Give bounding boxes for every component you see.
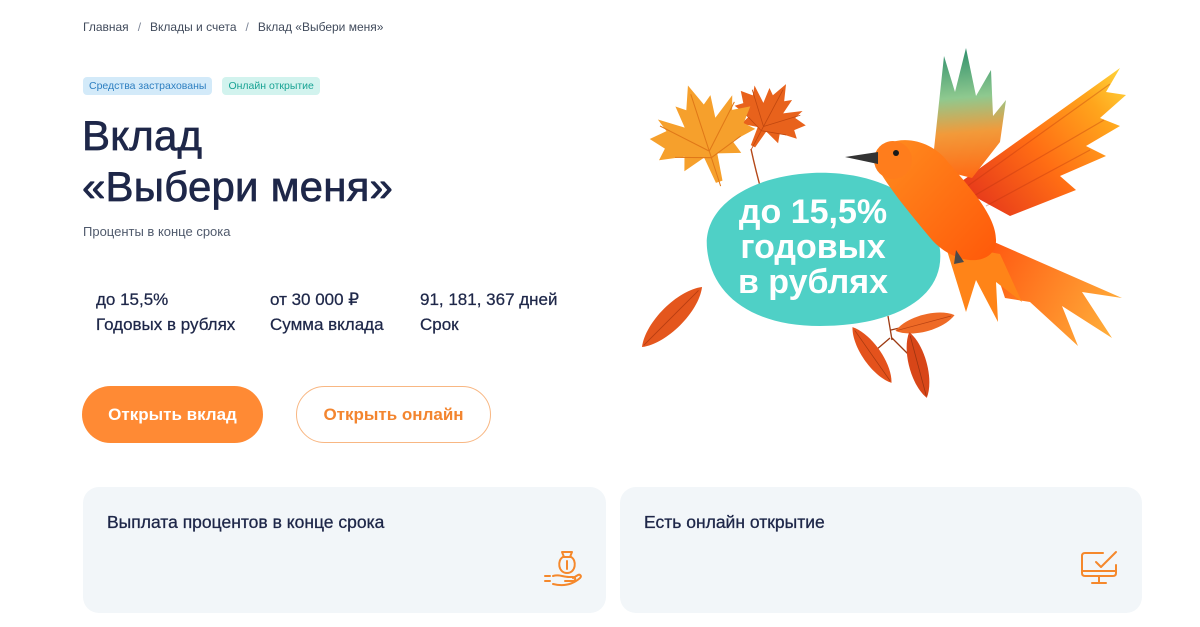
- bird-beak: [845, 152, 878, 164]
- stat-amount: от 30 000 ₽ Сумма вклада: [270, 287, 384, 337]
- bird-eye: [893, 150, 899, 156]
- stat-rate: до 15,5% Годовых в рублях: [96, 287, 236, 337]
- page-title-line-1: Вклад: [82, 112, 203, 160]
- page-subtitle: Проценты в конце срока: [83, 224, 231, 239]
- promo-bubble-line-2: годовых: [740, 228, 885, 266]
- bird-tail: [985, 238, 1122, 346]
- stat-term: 91, 181, 367 дней Срок: [420, 287, 558, 337]
- feature-card-online-opening: Есть онлайн открытие: [620, 487, 1142, 613]
- stat-rate-label: Годовых в рублях: [96, 315, 236, 334]
- open-online-button[interactable]: Открыть онлайн: [296, 386, 491, 443]
- autumn-leaf-cluster-1: [893, 306, 957, 340]
- promo-bubble-line-3: в рублях: [738, 263, 888, 301]
- badges: Средства застрахованы Онлайн открытие: [83, 77, 320, 95]
- bird-head: [874, 141, 912, 179]
- badge-insured: Средства застрахованы: [83, 77, 213, 95]
- feature-card-title: Есть онлайн открытие: [644, 512, 825, 532]
- stat-amount-label: Сумма вклада: [270, 315, 384, 334]
- promo-bubble-line-1: до 15,5%: [739, 193, 887, 231]
- stat-amount-value: от 30 000 ₽: [270, 290, 360, 309]
- feature-card-title: Выплата процентов в конце срока: [107, 512, 385, 532]
- stat-term-value: 91, 181, 367 дней: [420, 290, 558, 309]
- hero-illustration: до 15,5% годовых в рублях: [633, 48, 1126, 400]
- breadcrumb-link-deposits[interactable]: Вклады и счета: [150, 19, 237, 35]
- autumn-leaf-left: [633, 278, 711, 356]
- page-title-line-2: «Выбери меня»: [82, 163, 394, 211]
- breadcrumb-separator: /: [245, 20, 249, 34]
- monitor-check-icon: [1081, 551, 1117, 584]
- open-deposit-button[interactable]: Открыть вклад: [82, 386, 263, 443]
- maple-leaf-light: [637, 69, 770, 199]
- breadcrumb-current: Вклад «Выбери меня»: [257, 20, 384, 34]
- badge-online-opening: Онлайн открытие: [222, 77, 320, 95]
- stat-rate-value: до 15,5%: [96, 290, 169, 309]
- breadcrumb: Главная / Вклады и счета / Вклад «Выбери…: [83, 19, 383, 35]
- autumn-leaf-cluster-3: [900, 329, 936, 400]
- page-title: Вклад «Выбери меня»: [82, 110, 394, 212]
- breadcrumb-separator: /: [137, 20, 142, 34]
- stat-term-label: Срок: [420, 315, 459, 334]
- feature-card-interest-payout: Выплата процентов в конце срока: [83, 487, 606, 613]
- hand-money-bag-icon: [544, 551, 582, 587]
- breadcrumb-link-home[interactable]: Главная: [83, 19, 129, 35]
